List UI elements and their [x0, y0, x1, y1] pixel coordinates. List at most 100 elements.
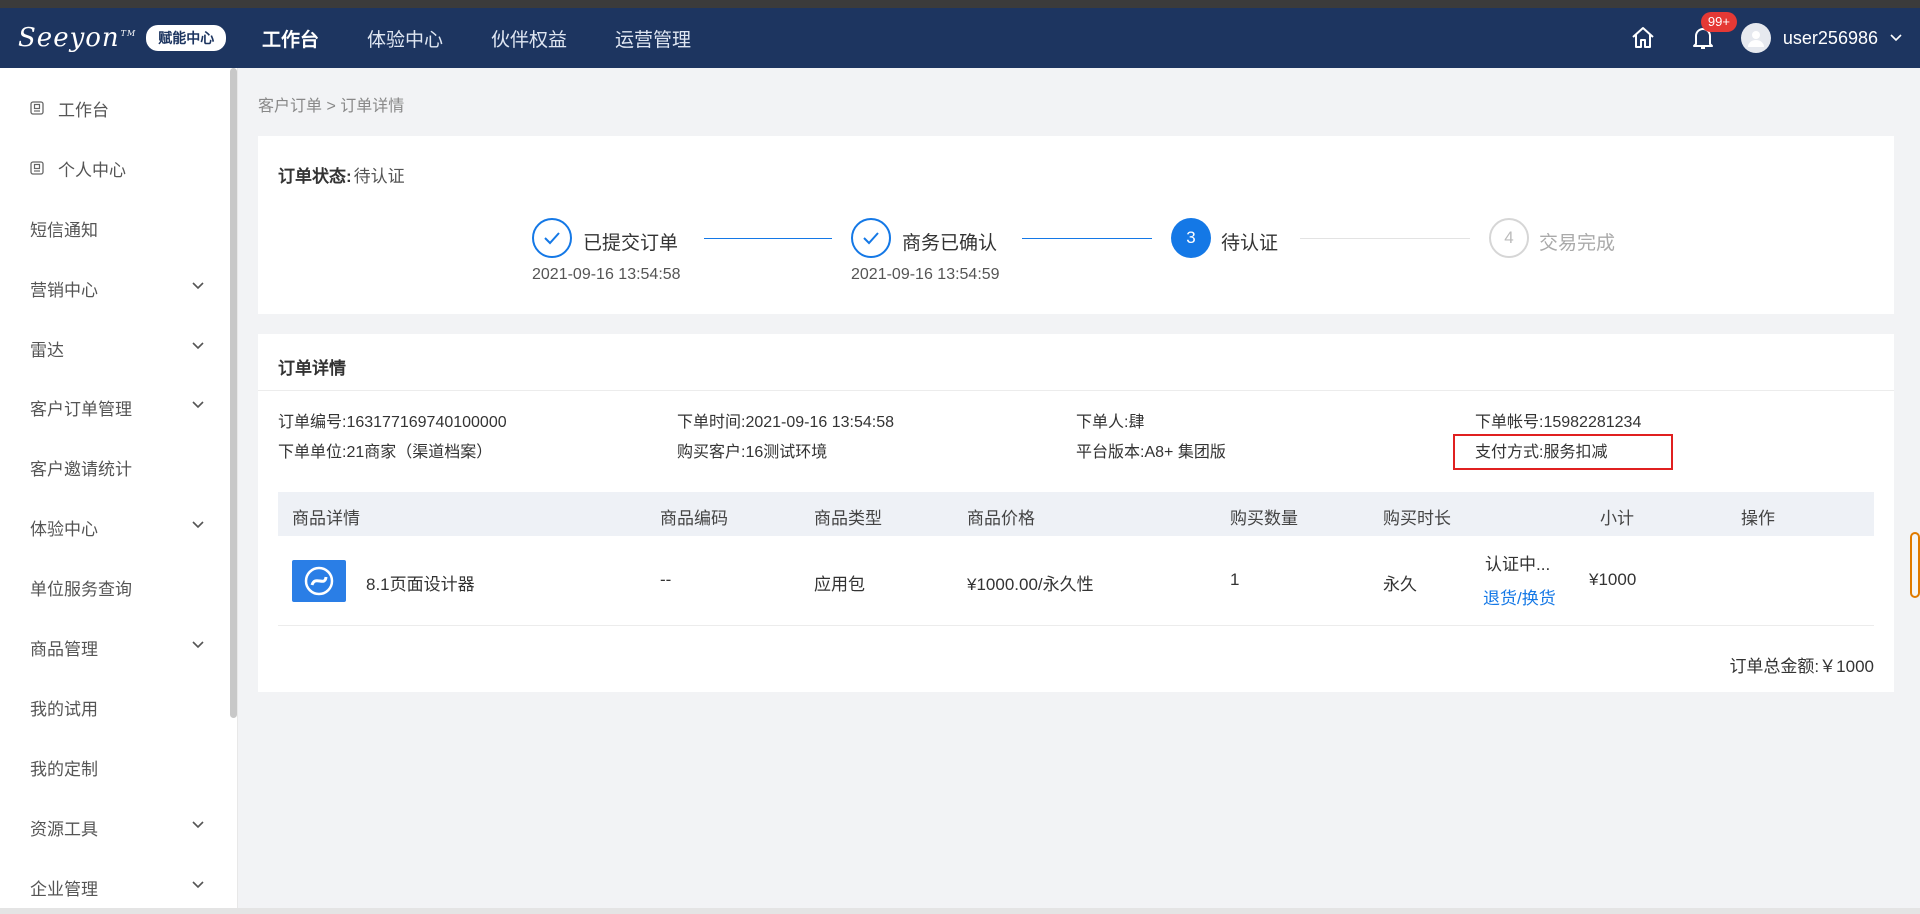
sidebar-item-my-custom[interactable]: 我的定制	[0, 743, 230, 791]
top-nav-operations[interactable]: 运营管理	[615, 25, 691, 52]
top-nav: 工作台 体验中心 伙伴权益 运营管理	[262, 8, 739, 68]
buyer-customer: 购买客户:16测试环境	[677, 444, 828, 461]
platform-version: 平台版本:A8+ 集团版	[1076, 444, 1226, 461]
sidebar-scrollbar[interactable]	[230, 68, 237, 718]
sidebar-item-label: 客户邀请统计	[30, 459, 132, 479]
chevron-down-icon	[192, 282, 204, 290]
check-icon	[544, 232, 560, 245]
product-logo-icon	[304, 566, 334, 596]
sidebar-item-label: 个人中心	[58, 160, 126, 180]
order-status: 订单状态: 待认证	[278, 162, 405, 187]
order-total-value: ￥1000	[1819, 657, 1874, 676]
product-type: 应用包	[814, 575, 865, 594]
sidebar-item-customer-orders[interactable]: 客户订单管理	[0, 383, 230, 431]
sidebar-item-experience-center[interactable]: 体验中心	[0, 503, 230, 551]
order-status-label: 订单状态:	[278, 167, 352, 186]
order-unit: 下单单位:21商家（渠道档案）	[278, 444, 493, 461]
sidebar-item-personal-center[interactable]: 个人中心	[0, 144, 230, 192]
col-duration: 购买时长	[1383, 509, 1451, 528]
col-product-detail: 商品详情	[292, 509, 360, 528]
sidebar-item-label: 企业管理	[30, 879, 98, 899]
col-product-type: 商品类型	[814, 509, 882, 528]
sidebar-item-label: 资源工具	[30, 819, 98, 839]
top-nav-workbench[interactable]: 工作台	[262, 25, 319, 52]
col-quantity: 购买数量	[1230, 509, 1298, 528]
notification-badge: 99+	[1700, 12, 1737, 32]
sidebar-item-marketing[interactable]: 营销中心	[0, 264, 230, 312]
col-action: 操作	[1741, 509, 1775, 528]
sidebar-item-label: 商品管理	[30, 639, 98, 659]
product-code: --	[660, 570, 672, 589]
sidebar-item-label: 客户订单管理	[30, 399, 132, 419]
avatar[interactable]	[1740, 23, 1771, 53]
order-number: 订单编号:163177169740100000	[278, 414, 507, 431]
chevron-down-icon	[192, 342, 204, 350]
logo-badge: 赋能中心	[146, 25, 227, 51]
username[interactable]: user256986	[1783, 28, 1878, 49]
table-header: 商品详情 商品编码 商品类型 商品价格 购买数量 购买时长 小计 操作	[278, 492, 1874, 536]
step-2-time: 2021-09-16 13:54:59	[851, 266, 1000, 283]
top-right-tools: 99+ user256986	[1627, 8, 1902, 68]
orderer: 下单人:肆	[1076, 414, 1145, 431]
sidebar-item-workbench[interactable]: 工作台	[0, 84, 230, 132]
top-nav-partner-rights[interactable]: 伙伴权益	[491, 25, 567, 52]
check-icon	[863, 232, 879, 245]
step-1-title: 已提交订单	[583, 233, 679, 254]
order-total-label: 订单总金额:	[1729, 657, 1820, 676]
chevron-down-icon	[192, 881, 204, 889]
product-subtotal: ¥1000	[1589, 570, 1637, 589]
order-status-value: 待认证	[353, 167, 405, 186]
return-exchange-link[interactable]: 退货/换货	[1483, 584, 1556, 609]
top-navigation-bar: SeeyonTM 赋能中心 工作台 体验中心 伙伴权益 运营管理 99+ use…	[0, 8, 1920, 68]
step-connector	[704, 238, 832, 239]
bottom-scrollbar[interactable]	[0, 908, 1920, 914]
product-name[interactable]: 8.1页面设计器	[366, 570, 475, 595]
sidebar-item-radar[interactable]: 雷达	[0, 324, 230, 372]
chevron-down-icon	[192, 641, 204, 649]
product-thumbnail	[292, 560, 346, 602]
order-account: 下单帐号:15982281234	[1475, 414, 1642, 431]
home-icon	[1632, 27, 1654, 48]
order-total: 订单总金额:￥1000	[1729, 652, 1874, 677]
certification-status: 认证中...	[1485, 555, 1551, 574]
sidebar-item-product-management[interactable]: 商品管理	[0, 623, 230, 671]
order-time: 下单时间:2021-09-16 13:54:58	[677, 414, 895, 431]
sidebar-item-sms[interactable]: 短信通知	[0, 204, 230, 252]
sidebar-item-label: 单位服务查询	[30, 579, 132, 599]
step-1-circle	[532, 218, 572, 258]
sidebar-item-invite-stats[interactable]: 客户邀请统计	[0, 443, 230, 491]
col-product-price: 商品价格	[967, 509, 1035, 528]
table-row: 8.1页面设计器 -- 应用包 ¥1000.00/永久性 1 永久 ¥1000 …	[278, 536, 1874, 626]
step-connector	[1300, 238, 1470, 239]
sidebar-item-resource-tools[interactable]: 资源工具	[0, 803, 230, 851]
step-4-title: 交易完成	[1539, 233, 1616, 254]
page-scrollbar[interactable]	[1910, 532, 1920, 598]
chevron-down-icon[interactable]	[1890, 34, 1902, 42]
order-detail-card: 订单详情 订单编号:163177169740100000 下单时间:2021-0…	[258, 334, 1894, 692]
order-detail-title: 订单详情	[278, 359, 346, 378]
top-nav-experience-center[interactable]: 体验中心	[367, 25, 443, 52]
seeyon-logo[interactable]: SeeyonTM 赋能中心	[18, 22, 227, 54]
sidebar-item-unit-service[interactable]: 单位服务查询	[0, 563, 230, 611]
document-icon	[30, 101, 44, 115]
chevron-down-icon	[192, 821, 204, 829]
chevron-down-icon	[192, 401, 204, 409]
col-subtotal: 小计	[1600, 509, 1634, 528]
product-price: ¥1000.00/永久性	[967, 575, 1094, 594]
home-button[interactable]	[1627, 22, 1659, 54]
chevron-down-icon	[192, 521, 204, 529]
divider	[258, 390, 1894, 391]
sidebar-item-my-trial[interactable]: 我的试用	[0, 683, 230, 731]
product-duration: 永久	[1383, 575, 1417, 594]
col-product-code: 商品编码	[660, 509, 728, 528]
step-3-circle: 3	[1171, 218, 1211, 258]
sidebar-item-label: 我的试用	[30, 699, 98, 719]
notifications-button[interactable]: 99+	[1687, 12, 1737, 54]
sidebar: 工作台 个人中心 短信通知 营销中心 雷达 客户订单管理 客户邀请统计 体验中心…	[0, 68, 238, 914]
sidebar-item-label: 工作台	[58, 100, 109, 120]
sidebar-item-enterprise-management[interactable]: 企业管理	[0, 863, 230, 911]
document-icon	[30, 161, 44, 175]
sidebar-item-label: 我的定制	[30, 759, 98, 779]
breadcrumb[interactable]: 客户订单 > 订单详情	[258, 92, 404, 116]
step-4-circle: 4	[1489, 218, 1529, 258]
